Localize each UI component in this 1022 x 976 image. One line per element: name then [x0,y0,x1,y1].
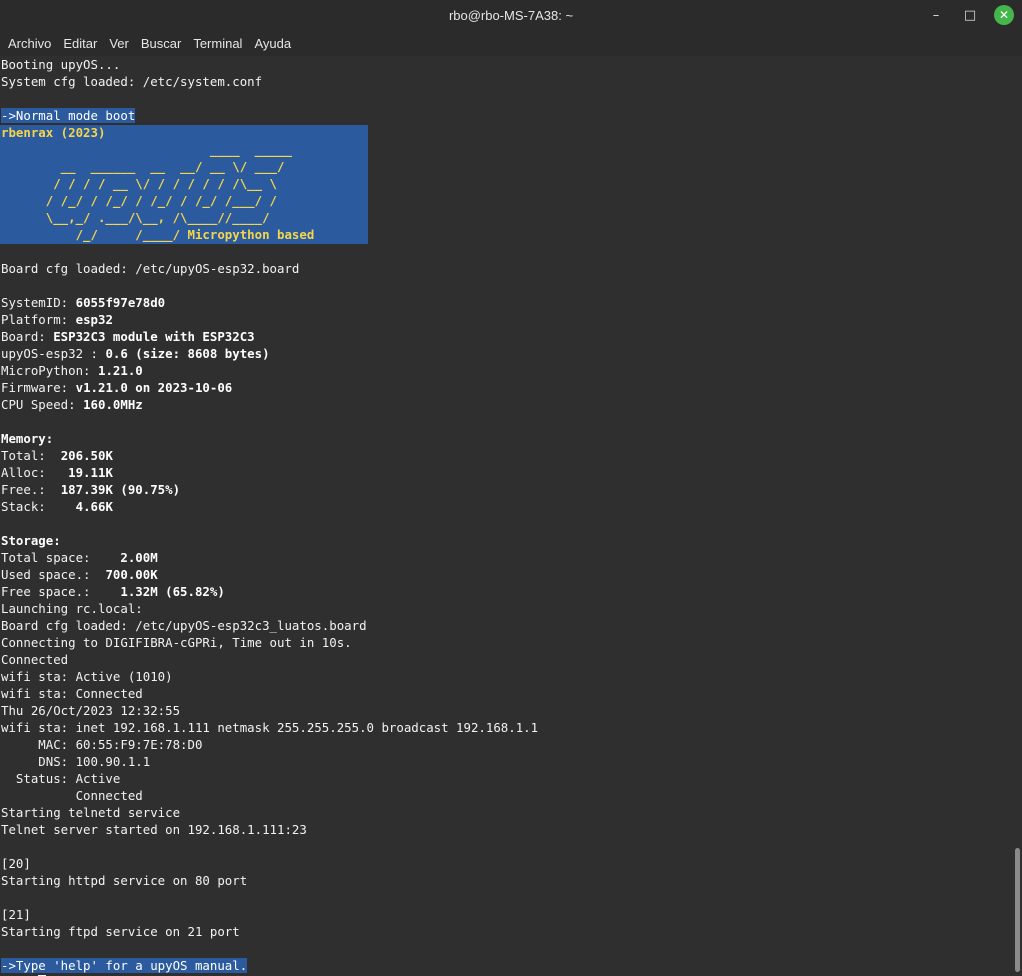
menu-archivo[interactable]: Archivo [2,36,57,51]
menu-bar: Archivo Editar Ver Buscar Terminal Ayuda [0,30,1022,56]
menu-ver[interactable]: Ver [103,36,135,51]
menu-editar[interactable]: Editar [57,36,103,51]
log-line: Board cfg loaded: /etc/upyOS-esp32c3_lua… [1,618,367,633]
ascii-logo-line: / / / / __ \/ / / / / / /\__ \ [1,176,278,191]
storage-line: Used space.: 700.00K [1,567,158,582]
job-id-line: [21] [1,907,31,922]
info-line: Platform: esp32 [1,312,113,327]
maximize-button[interactable]: □ [960,5,980,25]
log-line: Starting telnetd service [1,805,181,820]
storage-heading: Storage: [1,533,61,548]
log-line: Telnet server started on 192.168.1.111:2… [1,822,307,837]
menu-ayuda[interactable]: Ayuda [248,36,297,51]
memory-line: Alloc: 19.11K [1,465,113,480]
job-id-line: [20] [1,856,31,871]
memory-line: Stack: 4.66K [1,499,113,514]
info-line: upyOS-esp32 : 0.6 (size: 8608 bytes) [1,346,270,361]
scrollbar-track[interactable] [1012,56,1022,976]
terminal-output[interactable]: Booting upyOS... System cfg loaded: /etc… [0,56,1012,976]
board-cfg-line: Board cfg loaded: /etc/upyOS-esp32.board [1,261,300,276]
log-line: Launching rc.local: [1,601,143,616]
ascii-logo-line: / /_/ / /_/ / /_/ / /_/ /___/ / [1,193,278,208]
ascii-logo-line: \__,_/ .___/\__, /\____//____/ [1,210,270,225]
storage-line: Total space: 2.00M [1,550,158,565]
close-button[interactable]: ✕ [994,5,1014,25]
log-line: Starting ftpd service on 21 port [1,924,240,939]
normal-mode-line: ->Normal mode boot [1,108,136,123]
log-line: Thu 26/Oct/2023 12:32:55 [1,703,181,718]
log-line: Connecting to DIGIFIBRA-cGPRi, Time out … [1,635,352,650]
help-hint-line: ->Type 'help' for a upyOS manual. [1,958,248,973]
memory-heading: Memory: [1,431,54,446]
info-line: CPU Speed: 160.0MHz [1,397,143,412]
window-controls: – □ ✕ [926,5,1014,25]
info-line: Firmware: v1.21.0 on 2023-10-06 [1,380,233,395]
memory-line: Free.: 187.39K (90.75%) [1,482,181,497]
window-title: rbo@rbo-MS-7A38: ~ [448,7,574,23]
log-line: Connected [1,652,69,667]
info-line: MicroPython: 1.21.0 [1,363,143,378]
log-line: Starting httpd service on 80 port [1,873,248,888]
memory-line: Total: 206.50K [1,448,113,463]
ascii-logo-line: /_/ /____/ [1,227,188,242]
log-line: Status: Active [1,771,121,786]
menu-buscar[interactable]: Buscar [135,36,187,51]
storage-line: Free space.: 1.32M (65.82%) [1,584,225,599]
scrollbar-thumb[interactable] [1015,848,1020,972]
terminal-line: System cfg loaded: /etc/system.conf [1,74,263,89]
title-bar: rbo@rbo-MS-7A38: ~ – □ ✕ [0,0,1022,30]
info-line: Board: ESP32C3 module with ESP32C3 [1,329,255,344]
minimize-button[interactable]: – [926,5,946,25]
author-line: rbenrax (2023) [1,125,106,140]
ascii-logo-line: ____ _____ [1,142,292,157]
log-line: wifi sta: Connected [1,686,143,701]
menu-terminal[interactable]: Terminal [187,36,248,51]
log-line: wifi sta: Active (1010) [1,669,173,684]
log-line: DNS: 100.90.1.1 [1,754,151,769]
info-line: SystemID: 6055f97e78d0 [1,295,166,310]
log-line: wifi sta: inet 192.168.1.111 netmask 255… [1,720,539,735]
log-line: Connected [1,788,143,803]
ascii-logo-line: __ ______ __ __/ __ \/ ___/ [1,159,285,174]
terminal-line: Booting upyOS... [1,57,121,72]
log-line: MAC: 60:55:F9:7E:78:D0 [1,737,203,752]
ascii-tagline: Micropython based [187,227,315,242]
